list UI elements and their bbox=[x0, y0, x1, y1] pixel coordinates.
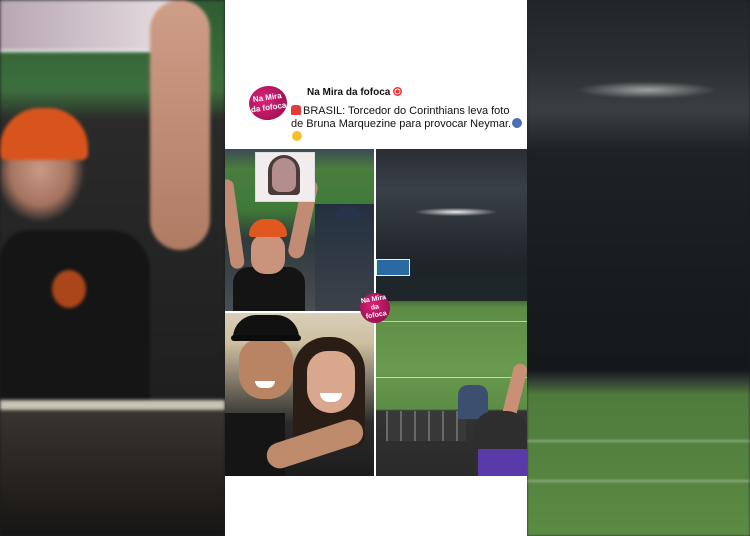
photo-fan-arm bbox=[225, 178, 246, 270]
target-emoji-icon bbox=[393, 87, 403, 96]
photo-scoreboard-screen bbox=[376, 259, 410, 276]
photo-man-cap-brim bbox=[231, 335, 301, 341]
photo-held-sign bbox=[255, 152, 315, 202]
photo-field-line bbox=[376, 321, 527, 322]
photo-woman-face bbox=[307, 351, 355, 413]
photo-stadium-lights bbox=[396, 201, 516, 223]
photo-fan-purple-shirt bbox=[478, 449, 527, 476]
background-field-line bbox=[527, 440, 750, 442]
siren-emoji-icon bbox=[291, 105, 301, 115]
avatar-logo-text: Na Mira da fofoca bbox=[250, 91, 287, 115]
background-stadium-lights bbox=[547, 60, 737, 120]
background-arm bbox=[150, 0, 210, 250]
speaking-head-emoji-icon bbox=[512, 118, 523, 128]
background-field-line bbox=[527, 480, 750, 482]
account-avatar[interactable]: Na Mira da fofoca bbox=[246, 83, 290, 123]
post-caption: BRASIL: Torcedor do Corinthians leva fot… bbox=[291, 105, 523, 144]
caption-text: BRASIL: Torcedor do Corinthians leva fot… bbox=[291, 105, 512, 130]
photo-fan-with-sign[interactable] bbox=[225, 149, 374, 311]
photo-fan-orange-cap bbox=[249, 219, 287, 237]
photo-couple-selfie[interactable] bbox=[225, 313, 374, 476]
photo-collage: Na Mira da fofoca bbox=[225, 149, 527, 476]
blurred-background-left bbox=[0, 0, 225, 536]
account-name[interactable]: Na Mira da fofoca bbox=[307, 87, 390, 98]
post-card: Na Mira da fofoca Na Mira da fofoca BRAS… bbox=[225, 0, 527, 536]
background-crest bbox=[52, 270, 86, 308]
background-shirt bbox=[0, 230, 150, 400]
photo-fence bbox=[386, 411, 466, 441]
blurred-background-right bbox=[527, 0, 750, 536]
photo-fan-face bbox=[251, 234, 285, 274]
photo-stands bbox=[376, 277, 527, 301]
photo-man-face bbox=[239, 339, 293, 399]
photo-stadium[interactable] bbox=[376, 149, 527, 476]
watermark-text: Na Mira da fofoca bbox=[360, 293, 388, 321]
account-name-row[interactable]: Na Mira da fofoca bbox=[307, 87, 403, 98]
laughing-tears-emoji-icon bbox=[292, 131, 302, 141]
photo-field-line bbox=[376, 377, 527, 378]
post-header: Na Mira da fofoca Na Mira da fofoca BRAS… bbox=[246, 83, 525, 146]
background-cap bbox=[0, 108, 88, 160]
sign-portrait-face bbox=[272, 158, 296, 192]
